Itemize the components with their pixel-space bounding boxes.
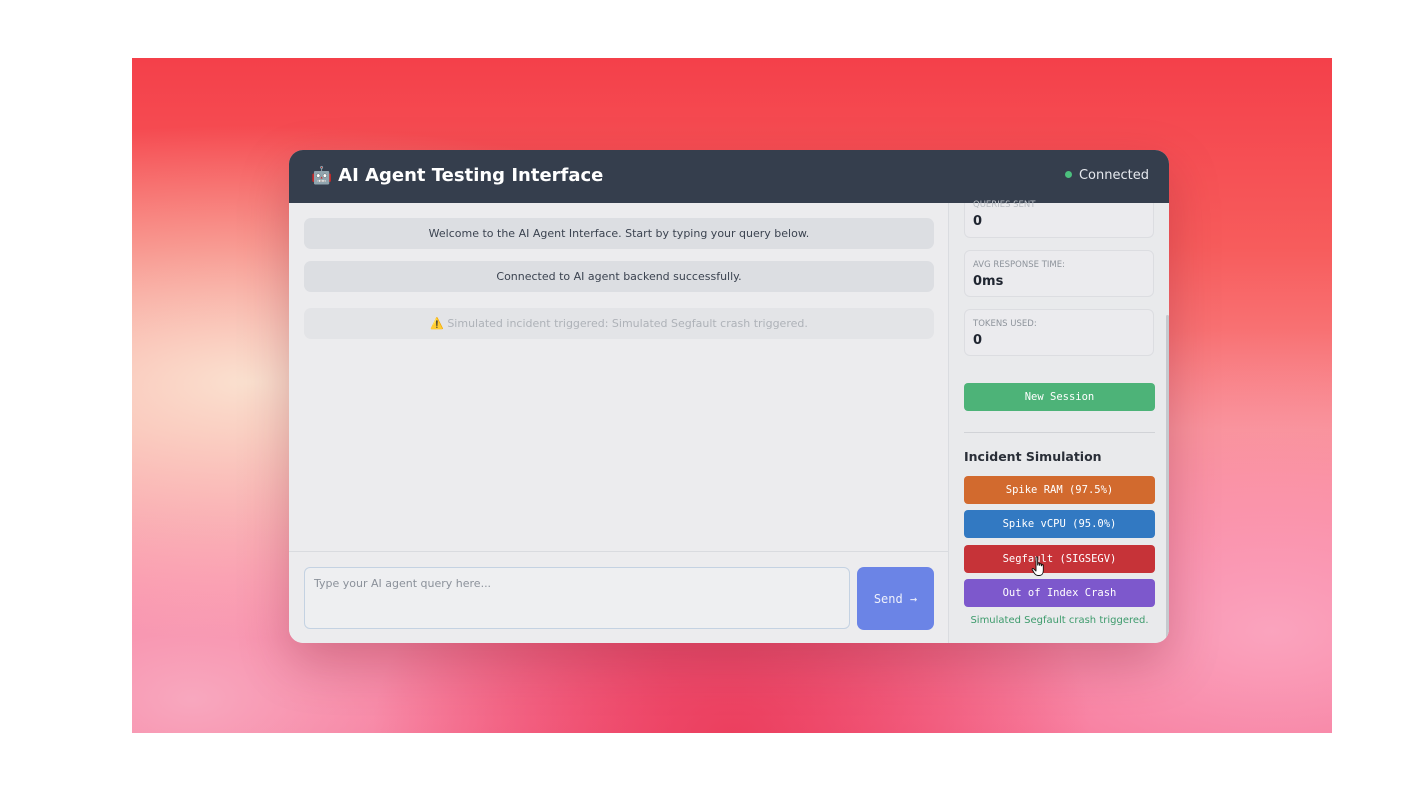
stat-tokens-used-value: 0	[973, 333, 983, 348]
stat-avg-response-time-label: AVG RESPONSE TIME:	[973, 260, 1065, 270]
send-button[interactable]: Send →	[857, 567, 934, 630]
connection-status: Connected	[1064, 168, 1149, 183]
sidebar-divider	[964, 432, 1155, 433]
incident-status-message: Simulated Segfault crash triggered.	[970, 615, 1149, 626]
stat-queries-sent-value: 0	[973, 214, 983, 229]
stat-queries-sent-label: QUERIES SENT	[973, 200, 1036, 210]
chat-messages-area[interactable]: Welcome to the AI Agent Interface. Start…	[289, 203, 948, 551]
incident-simulation-title: Incident Simulation	[964, 449, 1102, 464]
segfault-button[interactable]: Segfault (SIGSEGV)	[964, 545, 1155, 573]
system-message-incident: ⚠️ Simulated incident triggered: Simulat…	[304, 308, 934, 339]
system-message-connected: Connected to AI agent backend successful…	[304, 261, 934, 292]
stat-tokens-used: TOKENS USED: 0	[964, 309, 1154, 356]
new-session-button[interactable]: New Session	[964, 383, 1155, 411]
stat-queries-sent: QUERIES SENT 0	[964, 200, 1154, 238]
connection-status-label: Connected	[1078, 168, 1149, 183]
hand-pointer-cursor-icon	[1031, 556, 1044, 576]
stat-tokens-used-label: TOKENS USED:	[973, 319, 1037, 329]
title-bar: 🤖 AI Agent Testing Interface Connected	[289, 150, 1169, 203]
status-dot-icon	[1064, 171, 1072, 178]
robot-icon: 🤖	[311, 166, 333, 186]
app-title: 🤖 AI Agent Testing Interface	[311, 165, 603, 186]
out-of-index-crash-button[interactable]: Out of Index Crash	[964, 579, 1155, 607]
stat-avg-response-time-value: 0ms	[973, 274, 1004, 289]
app-title-text: AI Agent Testing Interface	[338, 165, 604, 186]
sidebar-scrollbar[interactable]	[1166, 315, 1169, 643]
stats-sidebar[interactable]: QUERIES SENT 0 AVG RESPONSE TIME: 0ms TO…	[948, 200, 1169, 643]
spike-ram-button[interactable]: Spike RAM (97.5%)	[964, 476, 1155, 504]
query-input[interactable]	[304, 567, 850, 629]
stat-avg-response-time: AVG RESPONSE TIME: 0ms	[964, 250, 1154, 297]
system-message-welcome: Welcome to the AI Agent Interface. Start…	[304, 218, 934, 249]
chat-input-area: Send →	[289, 551, 948, 643]
spike-vcpu-button[interactable]: Spike vCPU (95.0%)	[964, 510, 1155, 538]
